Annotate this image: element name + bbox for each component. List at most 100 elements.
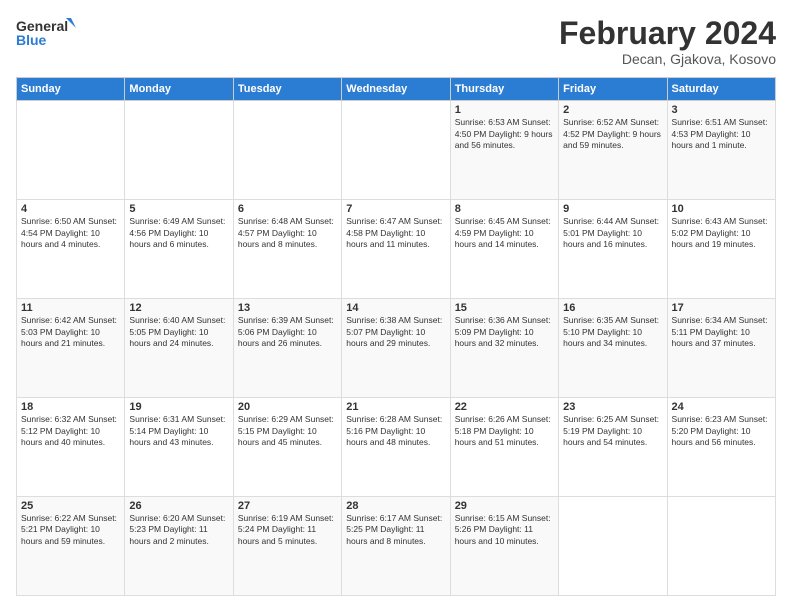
day-cell: 10Sunrise: 6:43 AM Sunset: 5:02 PM Dayli… bbox=[667, 200, 775, 299]
day-cell: 18Sunrise: 6:32 AM Sunset: 5:12 PM Dayli… bbox=[17, 398, 125, 497]
day-cell: 13Sunrise: 6:39 AM Sunset: 5:06 PM Dayli… bbox=[233, 299, 341, 398]
day-info: Sunrise: 6:52 AM Sunset: 4:52 PM Dayligh… bbox=[563, 117, 662, 151]
day-cell: 15Sunrise: 6:36 AM Sunset: 5:09 PM Dayli… bbox=[450, 299, 558, 398]
day-cell bbox=[559, 497, 667, 596]
week-row-1: 1Sunrise: 6:53 AM Sunset: 4:50 PM Daylig… bbox=[17, 101, 776, 200]
day-number: 10 bbox=[672, 203, 771, 215]
day-number: 7 bbox=[346, 203, 445, 215]
day-number: 22 bbox=[455, 401, 554, 413]
day-cell: 11Sunrise: 6:42 AM Sunset: 5:03 PM Dayli… bbox=[17, 299, 125, 398]
day-number: 13 bbox=[238, 302, 337, 314]
week-row-5: 25Sunrise: 6:22 AM Sunset: 5:21 PM Dayli… bbox=[17, 497, 776, 596]
day-info: Sunrise: 6:51 AM Sunset: 4:53 PM Dayligh… bbox=[672, 117, 771, 151]
day-number: 8 bbox=[455, 203, 554, 215]
week-row-4: 18Sunrise: 6:32 AM Sunset: 5:12 PM Dayli… bbox=[17, 398, 776, 497]
location-title: Decan, Gjakova, Kosovo bbox=[559, 51, 776, 67]
day-info: Sunrise: 6:47 AM Sunset: 4:58 PM Dayligh… bbox=[346, 216, 445, 250]
day-number: 27 bbox=[238, 500, 337, 512]
col-header-sunday: Sunday bbox=[17, 78, 125, 101]
day-cell: 25Sunrise: 6:22 AM Sunset: 5:21 PM Dayli… bbox=[17, 497, 125, 596]
day-info: Sunrise: 6:45 AM Sunset: 4:59 PM Dayligh… bbox=[455, 216, 554, 250]
day-number: 12 bbox=[129, 302, 228, 314]
day-info: Sunrise: 6:48 AM Sunset: 4:57 PM Dayligh… bbox=[238, 216, 337, 250]
day-number: 2 bbox=[563, 104, 662, 116]
day-info: Sunrise: 6:25 AM Sunset: 5:19 PM Dayligh… bbox=[563, 414, 662, 448]
day-number: 5 bbox=[129, 203, 228, 215]
day-info: Sunrise: 6:40 AM Sunset: 5:05 PM Dayligh… bbox=[129, 315, 228, 349]
day-info: Sunrise: 6:26 AM Sunset: 5:18 PM Dayligh… bbox=[455, 414, 554, 448]
day-number: 24 bbox=[672, 401, 771, 413]
logo: GeneralBlue bbox=[16, 16, 76, 48]
day-info: Sunrise: 6:17 AM Sunset: 5:25 PM Dayligh… bbox=[346, 513, 445, 547]
day-number: 23 bbox=[563, 401, 662, 413]
month-title: February 2024 bbox=[559, 16, 776, 51]
day-info: Sunrise: 6:50 AM Sunset: 4:54 PM Dayligh… bbox=[21, 216, 120, 250]
logo-svg: GeneralBlue bbox=[16, 16, 76, 48]
day-info: Sunrise: 6:53 AM Sunset: 4:50 PM Dayligh… bbox=[455, 117, 554, 151]
day-number: 19 bbox=[129, 401, 228, 413]
day-cell: 7Sunrise: 6:47 AM Sunset: 4:58 PM Daylig… bbox=[342, 200, 450, 299]
day-cell: 1Sunrise: 6:53 AM Sunset: 4:50 PM Daylig… bbox=[450, 101, 558, 200]
day-info: Sunrise: 6:31 AM Sunset: 5:14 PM Dayligh… bbox=[129, 414, 228, 448]
day-number: 16 bbox=[563, 302, 662, 314]
day-cell: 20Sunrise: 6:29 AM Sunset: 5:15 PM Dayli… bbox=[233, 398, 341, 497]
day-info: Sunrise: 6:20 AM Sunset: 5:23 PM Dayligh… bbox=[129, 513, 228, 547]
day-cell: 14Sunrise: 6:38 AM Sunset: 5:07 PM Dayli… bbox=[342, 299, 450, 398]
calendar-header-row: SundayMondayTuesdayWednesdayThursdayFrid… bbox=[17, 78, 776, 101]
day-cell: 3Sunrise: 6:51 AM Sunset: 4:53 PM Daylig… bbox=[667, 101, 775, 200]
day-cell: 22Sunrise: 6:26 AM Sunset: 5:18 PM Dayli… bbox=[450, 398, 558, 497]
day-cell: 19Sunrise: 6:31 AM Sunset: 5:14 PM Dayli… bbox=[125, 398, 233, 497]
day-cell: 28Sunrise: 6:17 AM Sunset: 5:25 PM Dayli… bbox=[342, 497, 450, 596]
week-row-3: 11Sunrise: 6:42 AM Sunset: 5:03 PM Dayli… bbox=[17, 299, 776, 398]
calendar: SundayMondayTuesdayWednesdayThursdayFrid… bbox=[16, 77, 776, 596]
day-cell: 29Sunrise: 6:15 AM Sunset: 5:26 PM Dayli… bbox=[450, 497, 558, 596]
day-cell bbox=[342, 101, 450, 200]
day-number: 28 bbox=[346, 500, 445, 512]
day-cell bbox=[125, 101, 233, 200]
day-cell: 17Sunrise: 6:34 AM Sunset: 5:11 PM Dayli… bbox=[667, 299, 775, 398]
day-number: 1 bbox=[455, 104, 554, 116]
day-cell: 23Sunrise: 6:25 AM Sunset: 5:19 PM Dayli… bbox=[559, 398, 667, 497]
day-cell: 26Sunrise: 6:20 AM Sunset: 5:23 PM Dayli… bbox=[125, 497, 233, 596]
day-number: 26 bbox=[129, 500, 228, 512]
day-cell: 12Sunrise: 6:40 AM Sunset: 5:05 PM Dayli… bbox=[125, 299, 233, 398]
day-number: 15 bbox=[455, 302, 554, 314]
day-number: 18 bbox=[21, 401, 120, 413]
day-info: Sunrise: 6:44 AM Sunset: 5:01 PM Dayligh… bbox=[563, 216, 662, 250]
day-number: 21 bbox=[346, 401, 445, 413]
day-cell: 6Sunrise: 6:48 AM Sunset: 4:57 PM Daylig… bbox=[233, 200, 341, 299]
day-info: Sunrise: 6:34 AM Sunset: 5:11 PM Dayligh… bbox=[672, 315, 771, 349]
col-header-wednesday: Wednesday bbox=[342, 78, 450, 101]
day-info: Sunrise: 6:42 AM Sunset: 5:03 PM Dayligh… bbox=[21, 315, 120, 349]
day-cell: 2Sunrise: 6:52 AM Sunset: 4:52 PM Daylig… bbox=[559, 101, 667, 200]
day-number: 17 bbox=[672, 302, 771, 314]
day-cell: 4Sunrise: 6:50 AM Sunset: 4:54 PM Daylig… bbox=[17, 200, 125, 299]
day-number: 9 bbox=[563, 203, 662, 215]
day-number: 29 bbox=[455, 500, 554, 512]
day-cell: 24Sunrise: 6:23 AM Sunset: 5:20 PM Dayli… bbox=[667, 398, 775, 497]
day-number: 4 bbox=[21, 203, 120, 215]
col-header-friday: Friday bbox=[559, 78, 667, 101]
day-info: Sunrise: 6:22 AM Sunset: 5:21 PM Dayligh… bbox=[21, 513, 120, 547]
day-info: Sunrise: 6:19 AM Sunset: 5:24 PM Dayligh… bbox=[238, 513, 337, 547]
day-info: Sunrise: 6:15 AM Sunset: 5:26 PM Dayligh… bbox=[455, 513, 554, 547]
day-info: Sunrise: 6:49 AM Sunset: 4:56 PM Dayligh… bbox=[129, 216, 228, 250]
day-cell bbox=[233, 101, 341, 200]
day-cell: 5Sunrise: 6:49 AM Sunset: 4:56 PM Daylig… bbox=[125, 200, 233, 299]
day-cell bbox=[17, 101, 125, 200]
col-header-thursday: Thursday bbox=[450, 78, 558, 101]
day-info: Sunrise: 6:39 AM Sunset: 5:06 PM Dayligh… bbox=[238, 315, 337, 349]
day-number: 11 bbox=[21, 302, 120, 314]
day-info: Sunrise: 6:29 AM Sunset: 5:15 PM Dayligh… bbox=[238, 414, 337, 448]
title-block: February 2024 Decan, Gjakova, Kosovo bbox=[559, 16, 776, 67]
week-row-2: 4Sunrise: 6:50 AM Sunset: 4:54 PM Daylig… bbox=[17, 200, 776, 299]
day-info: Sunrise: 6:23 AM Sunset: 5:20 PM Dayligh… bbox=[672, 414, 771, 448]
svg-text:Blue: Blue bbox=[16, 32, 47, 48]
day-number: 3 bbox=[672, 104, 771, 116]
day-info: Sunrise: 6:38 AM Sunset: 5:07 PM Dayligh… bbox=[346, 315, 445, 349]
day-cell: 21Sunrise: 6:28 AM Sunset: 5:16 PM Dayli… bbox=[342, 398, 450, 497]
day-info: Sunrise: 6:43 AM Sunset: 5:02 PM Dayligh… bbox=[672, 216, 771, 250]
day-info: Sunrise: 6:36 AM Sunset: 5:09 PM Dayligh… bbox=[455, 315, 554, 349]
day-cell: 27Sunrise: 6:19 AM Sunset: 5:24 PM Dayli… bbox=[233, 497, 341, 596]
day-info: Sunrise: 6:35 AM Sunset: 5:10 PM Dayligh… bbox=[563, 315, 662, 349]
